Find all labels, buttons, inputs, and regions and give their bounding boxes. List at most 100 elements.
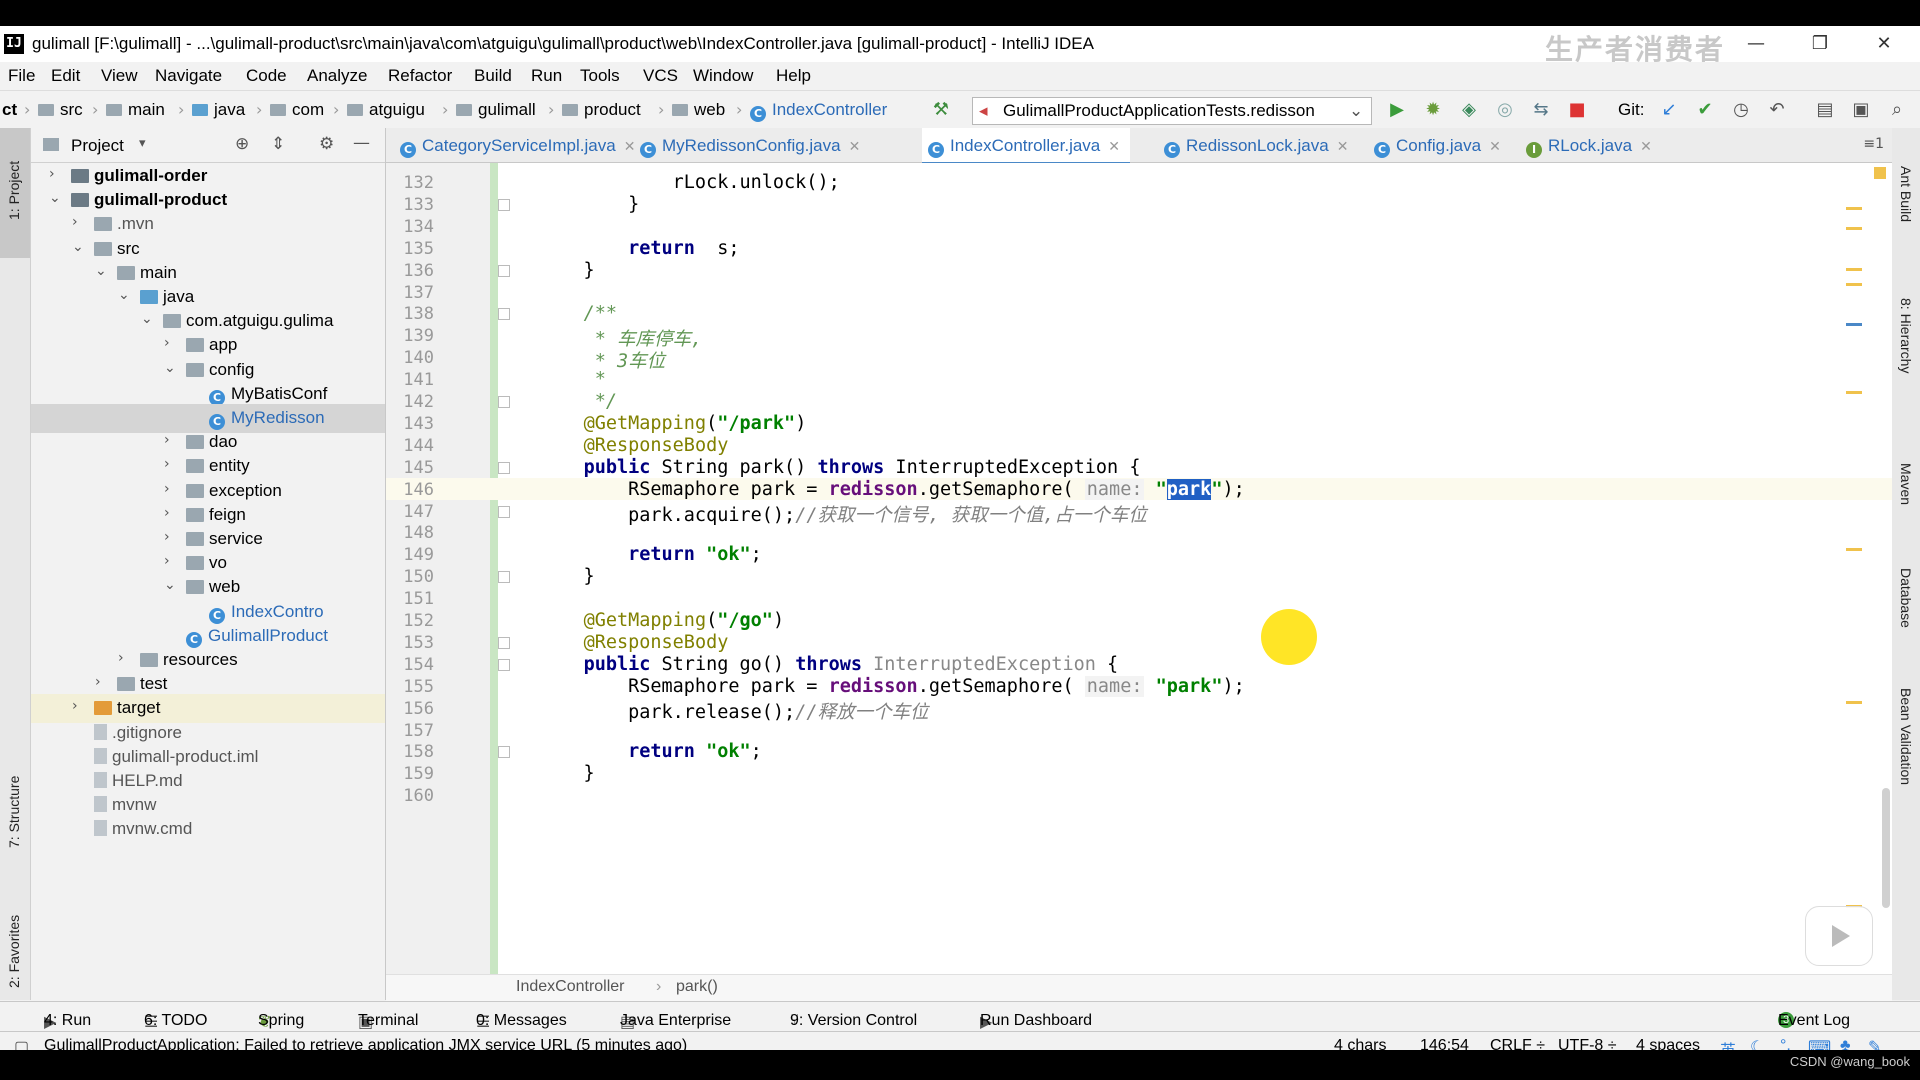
tab-redissonlock[interactable]: C RedissonLock.java ✕ — [1160, 128, 1348, 162]
line-number[interactable]: 135 — [386, 239, 434, 259]
menu-analyze[interactable]: Analyze — [307, 66, 367, 86]
status-line-separator[interactable]: CRLF ÷ — [1490, 1037, 1545, 1050]
fold-marker-icon[interactable] — [498, 636, 510, 649]
code-text[interactable]: } — [539, 260, 595, 281]
tab-indexcontroller[interactable]: C IndexController.java ✕ — [922, 128, 1130, 165]
close-tab-icon[interactable]: ✕ — [624, 138, 636, 154]
chevron-down-icon[interactable]: ▾ — [139, 136, 146, 151]
code-line[interactable]: 155 RSemaphore park = redisson.getSemaph… — [386, 675, 1892, 697]
chevron-right-icon[interactable]: › — [164, 456, 170, 472]
tool-structure[interactable]: 7: Structure — [6, 776, 22, 848]
menu-build[interactable]: Build — [474, 66, 512, 86]
code-line[interactable]: 133 } — [386, 193, 1892, 215]
stop-icon[interactable]: ■ — [1566, 99, 1588, 121]
menu-navigate[interactable]: Navigate — [155, 66, 222, 86]
code-line[interactable]: 151 — [386, 587, 1892, 609]
line-number[interactable]: 140 — [386, 348, 434, 368]
line-number[interactable]: 156 — [386, 699, 434, 719]
code-line[interactable]: 148 — [386, 521, 1892, 543]
locate-icon[interactable]: ⊕ — [235, 134, 249, 154]
code-line[interactable]: 153 @ResponseBody — [386, 631, 1892, 653]
code-text[interactable] — [539, 588, 584, 609]
code-text[interactable]: return "ok"; — [539, 741, 762, 762]
nav-crumb-web[interactable]: web — [672, 100, 725, 120]
code-line[interactable]: 159 } — [386, 762, 1892, 784]
nav-crumb-gulimall[interactable]: gulimall — [456, 100, 536, 120]
close-button[interactable]: ✕ — [1864, 30, 1904, 58]
line-number[interactable]: 153 — [386, 633, 434, 653]
chevron-down-icon[interactable]: ⌄ — [164, 577, 176, 593]
line-number[interactable]: 146 — [386, 480, 434, 500]
line-number[interactable]: 139 — [386, 326, 434, 346]
code-line[interactable]: 160 — [386, 784, 1892, 806]
menu-tools[interactable]: Tools — [580, 66, 620, 86]
sdk-icon[interactable]: ▣ — [1850, 99, 1872, 121]
code-line[interactable]: 149 return "ok"; — [386, 543, 1892, 565]
menu-view[interactable]: View — [101, 66, 138, 86]
attach-icon[interactable]: ⇆ — [1530, 99, 1552, 121]
chevron-right-icon[interactable]: › — [95, 674, 101, 690]
chevron-down-icon[interactable]: ⌄ — [118, 287, 130, 303]
code-line[interactable]: 142 */ — [386, 390, 1892, 412]
chevron-right-icon[interactable]: › — [164, 432, 170, 448]
code-text[interactable]: * — [539, 369, 606, 390]
ime-tools-icon[interactable]: ✎ — [1868, 1037, 1881, 1050]
fold-marker-icon[interactable] — [498, 396, 510, 408]
line-number[interactable]: 134 — [386, 217, 434, 237]
code-text[interactable] — [539, 282, 584, 303]
chevron-down-icon[interactable]: ⌄ — [164, 360, 176, 376]
menu-refactor[interactable]: Refactor — [388, 66, 452, 86]
tab-myredissonconfig[interactable]: C MyRedissonConfig.java ✕ — [636, 128, 860, 162]
search-icon[interactable]: ⌕ — [1886, 99, 1908, 121]
status-toggle-icon[interactable]: ▢ — [14, 1037, 29, 1050]
code-text[interactable]: public String park() throws InterruptedE… — [539, 457, 1141, 478]
code-text[interactable] — [539, 216, 584, 237]
nav-crumb-indexcontroller[interactable]: C IndexController — [750, 100, 887, 122]
status-message[interactable]: GulimallProductApplication: Failed to re… — [44, 1037, 687, 1050]
chevron-right-icon[interactable]: › — [49, 166, 55, 182]
code-line[interactable]: 138 /** — [386, 302, 1892, 324]
code-text[interactable]: rLock.unlock(); — [539, 172, 840, 193]
code-text[interactable] — [539, 720, 584, 741]
code-line[interactable]: 147 park.acquire();//获取一个信号, 获取一个值,占一个车位 — [386, 500, 1892, 526]
line-number[interactable]: 142 — [386, 392, 434, 412]
ime-skin-icon[interactable]: ♣ — [1840, 1037, 1851, 1050]
code-line[interactable]: 157 — [386, 719, 1892, 741]
code-line[interactable]: 139 * 车库停车, — [386, 324, 1892, 350]
line-number[interactable]: 151 — [386, 589, 434, 609]
nav-crumb-java[interactable]: java — [192, 100, 245, 120]
tab-rlock[interactable]: I RLock.java ✕ — [1522, 128, 1672, 162]
chevron-right-icon[interactable]: › — [164, 481, 170, 497]
nav-crumb-main[interactable]: main — [106, 100, 165, 120]
code-line[interactable]: 154 public String go() throws Interrupte… — [386, 653, 1892, 675]
chevron-down-icon[interactable]: ⌄ — [49, 190, 61, 206]
chevron-right-icon[interactable]: › — [72, 698, 78, 714]
code-text[interactable]: */ — [539, 391, 617, 412]
nav-crumb-com[interactable]: com — [270, 100, 324, 120]
nav-crumb-project[interactable]: ct — [2, 100, 17, 120]
tree-node[interactable]: mvnw.cmd — [31, 815, 385, 844]
tool-database[interactable]: Database — [1898, 568, 1914, 628]
project-view-select[interactable]: Project — [71, 136, 124, 156]
code-text[interactable]: public String go() throws InterruptedExc… — [539, 654, 1119, 675]
code-text[interactable]: RSemaphore park = redisson.getSemaphore(… — [539, 675, 1245, 697]
line-number[interactable]: 132 — [386, 173, 434, 193]
code-text[interactable]: @ResponseBody — [539, 435, 729, 456]
line-number[interactable]: 155 — [386, 677, 434, 697]
line-number[interactable]: 137 — [386, 283, 434, 303]
close-tab-icon[interactable]: ✕ — [1337, 138, 1349, 154]
close-tab-icon[interactable]: ✕ — [1489, 138, 1501, 154]
code-text[interactable] — [539, 785, 584, 806]
code-line[interactable]: 135 return s; — [386, 237, 1892, 259]
line-number[interactable]: 141 — [386, 370, 434, 390]
menu-run[interactable]: Run — [531, 66, 562, 86]
fold-marker-icon[interactable] — [498, 461, 510, 474]
code-text[interactable]: RSemaphore park = redisson.getSemaphore(… — [539, 478, 1245, 500]
code-line[interactable]: 152 @GetMapping("/go") — [386, 609, 1892, 631]
nav-crumb-atguigu[interactable]: atguigu — [347, 100, 425, 120]
line-number[interactable]: 145 — [386, 458, 434, 478]
breadcrumb-class[interactable]: IndexController — [516, 978, 625, 996]
chevron-right-icon[interactable]: › — [72, 214, 78, 230]
line-number[interactable]: 159 — [386, 764, 434, 784]
git-history-icon[interactable]: ◷ — [1730, 99, 1752, 121]
